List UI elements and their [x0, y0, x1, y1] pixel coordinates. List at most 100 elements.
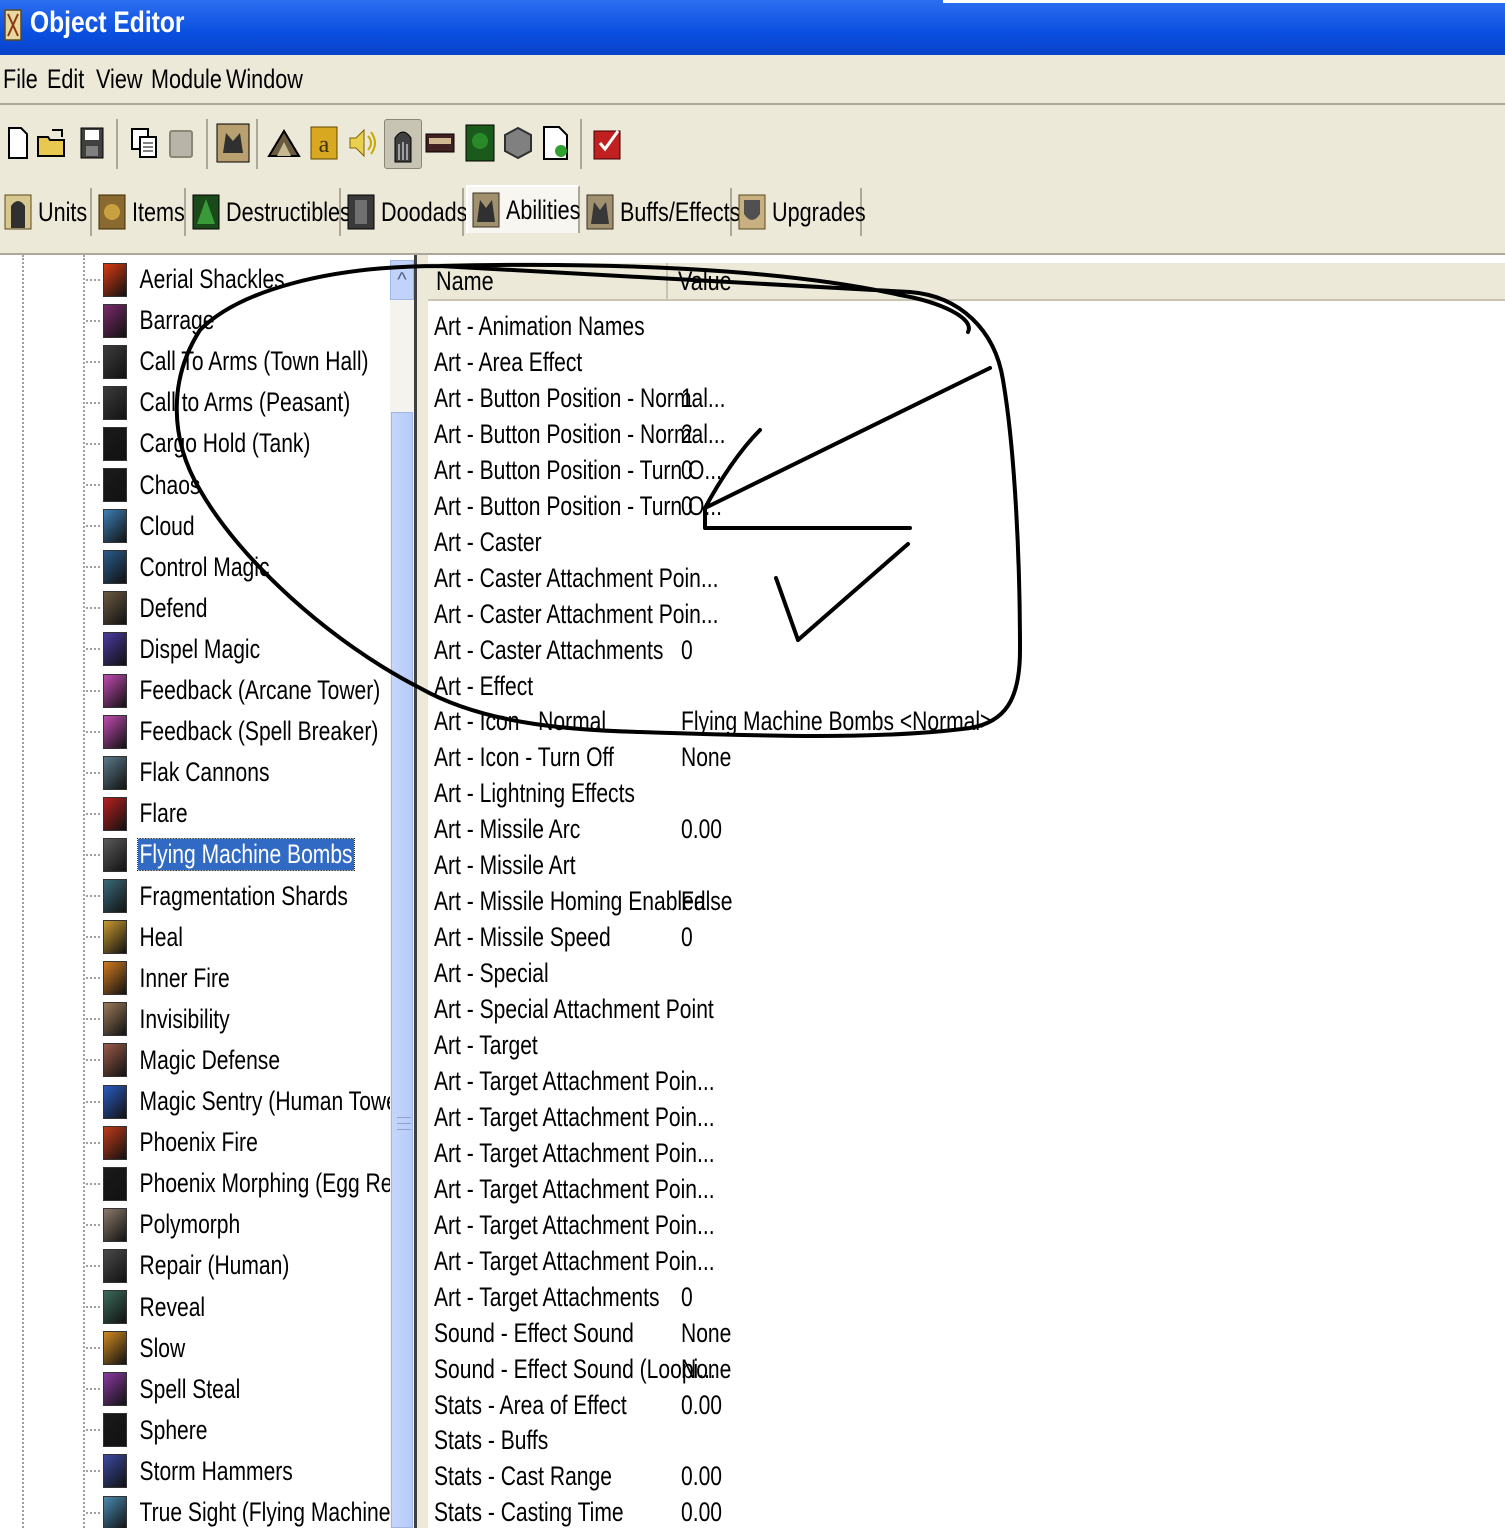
tree-item[interactable]: Control Magic	[86, 547, 309, 588]
tree-item[interactable]: Storm Hammers	[86, 1451, 339, 1492]
tree-item[interactable]: Flak Cannons	[86, 752, 309, 793]
property-row[interactable]: Stats - Buffs	[428, 1423, 1505, 1459]
tree-item[interactable]: Flying Machine Bombs	[86, 834, 390, 875]
property-value[interactable]: Flying Machine Bombs <Normal>	[681, 706, 992, 737]
tree-item[interactable]: Fragmentation Shards	[86, 876, 390, 917]
tab-upgrades[interactable]: Upgrades	[734, 188, 866, 236]
tab-doodads[interactable]: Doodads	[343, 188, 467, 236]
property-row[interactable]: Art - Button Position - Normal... 2	[428, 417, 1505, 453]
import-icon[interactable]	[538, 119, 574, 167]
property-row[interactable]: Art - Icon - Normal Flying Machine Bombs …	[428, 704, 1505, 740]
new-icon[interactable]	[0, 119, 36, 167]
property-row[interactable]: Art - Caster Attachment Poin...	[428, 561, 1505, 597]
property-row[interactable]: Art - Target Attachment Poin...	[428, 1244, 1505, 1280]
scrollbar-thumb[interactable]: ― ― ―	[391, 412, 413, 1528]
tree-item[interactable]: Barrage	[86, 300, 238, 341]
property-grid[interactable]: Name Value Art - Animation Names Art - Ar…	[428, 255, 1505, 1528]
property-row[interactable]: Art - Animation Names	[428, 309, 1505, 345]
property-row[interactable]: Art - Button Position - Normal... 1	[428, 381, 1505, 417]
unit-editor-icon[interactable]	[215, 119, 251, 167]
property-value[interactable]: None	[681, 1318, 731, 1349]
tree-item[interactable]: Feedback (Spell Breaker)	[86, 711, 390, 752]
property-value[interactable]: 0.00	[681, 1461, 722, 1492]
copy-icon[interactable]	[126, 119, 162, 167]
property-row[interactable]: Art - Target Attachments 0	[428, 1280, 1505, 1316]
tree-item[interactable]: Dispel Magic	[86, 629, 297, 670]
property-row[interactable]: Stats - Area of Effect 0.00	[428, 1388, 1505, 1424]
tree-item[interactable]: Sphere	[86, 1410, 229, 1451]
tree-item[interactable]: Heal	[86, 917, 198, 958]
property-row[interactable]: Art - Caster Attachments 0	[428, 633, 1505, 669]
sound-icon[interactable]	[345, 119, 381, 167]
tree-item[interactable]: Defend	[86, 588, 229, 629]
property-row[interactable]: Sound - Effect Sound None	[428, 1316, 1505, 1352]
tab-buffs-effects[interactable]: Buffs/Effects	[582, 188, 740, 236]
scroll-up-arrow-icon[interactable]: ^	[390, 260, 414, 300]
property-row[interactable]: Art - Missile Art	[428, 848, 1505, 884]
property-row[interactable]: Art - Caster Attachment Poin...	[428, 597, 1505, 633]
tree-item[interactable]: Spell Steal	[86, 1369, 271, 1410]
tree-scrollbar[interactable]: ^ ― ― ―	[390, 260, 414, 1528]
tree-item[interactable]: Feedback (Arcane Tower)	[86, 670, 390, 711]
tree-item[interactable]: Aerial Shackles	[86, 259, 328, 300]
save-icon[interactable]	[74, 119, 110, 167]
paste-icon[interactable]	[163, 119, 199, 167]
menu-module[interactable]: Module	[151, 64, 222, 95]
tree-item[interactable]: Repair (Human)	[86, 1245, 334, 1286]
tree-item[interactable]: Slow	[86, 1328, 201, 1369]
property-row[interactable]: Art - Button Position - Turn O... 0	[428, 453, 1505, 489]
property-value[interactable]: 0	[681, 1282, 693, 1313]
property-row[interactable]: Art - Target	[428, 1028, 1505, 1064]
property-value[interactable]: 0.00	[681, 814, 722, 845]
menu-file[interactable]: File	[3, 64, 38, 95]
tree-item[interactable]: Inner Fire	[86, 958, 258, 999]
tree-item[interactable]: Phoenix Morphing (Egg Related)	[86, 1163, 390, 1204]
tab-units[interactable]: Units	[0, 188, 92, 236]
property-row[interactable]: Art - Target Attachment Poin...	[428, 1208, 1505, 1244]
property-row[interactable]: Art - Icon - Turn Off None	[428, 740, 1505, 776]
property-value[interactable]: 0	[681, 635, 693, 666]
property-value[interactable]: 2	[681, 419, 693, 450]
tree-item[interactable]: Call to Arms (Peasant)	[86, 382, 390, 423]
property-row[interactable]: Art - Target Attachment Poin...	[428, 1172, 1505, 1208]
property-value[interactable]: 0	[681, 491, 693, 522]
property-row[interactable]: Art - Special	[428, 956, 1505, 992]
tree-item[interactable]: Chaos	[86, 465, 220, 506]
property-row[interactable]: Art - Special Attachment Point	[428, 992, 1505, 1028]
property-row[interactable]: Stats - Cast Range 0.00	[428, 1459, 1505, 1495]
tab-items[interactable]: Items	[94, 188, 186, 236]
property-value[interactable]: None	[681, 1354, 731, 1385]
property-row[interactable]: Art - Target Attachment Poin...	[428, 1064, 1505, 1100]
abilities-tree[interactable]: Aerial Shackles Barrage Call To Arms (Town…	[0, 255, 390, 1528]
test-map-icon[interactable]	[590, 119, 626, 167]
column-header-name[interactable]: Name	[428, 263, 668, 299]
property-value[interactable]: 0	[681, 922, 693, 953]
column-header-value[interactable]: Value	[670, 263, 1505, 299]
terrain-icon[interactable]	[266, 119, 302, 167]
property-row[interactable]: Art - Target Attachment Poin...	[428, 1100, 1505, 1136]
tree-item[interactable]: Polymorph	[86, 1204, 271, 1245]
property-row[interactable]: Art - Missile Homing Enabled False	[428, 884, 1505, 920]
property-value[interactable]: 0	[681, 455, 693, 486]
property-value[interactable]: None	[681, 742, 731, 773]
trigger-icon[interactable]	[500, 119, 536, 167]
tree-item[interactable]: True Sight (Flying Machine)	[86, 1492, 390, 1528]
property-row[interactable]: Art - Target Attachment Poin...	[428, 1136, 1505, 1172]
title-bar[interactable]: Object Editor	[0, 0, 1505, 55]
tree-item[interactable]: Magic Defense	[86, 1040, 322, 1081]
tree-item[interactable]: Call To Arms (Town Hall)	[86, 341, 390, 382]
property-value[interactable]: 1	[681, 383, 693, 414]
menu-window[interactable]: Window	[226, 64, 303, 95]
property-value[interactable]: False	[681, 886, 733, 917]
menu-edit[interactable]: Edit	[47, 64, 84, 95]
menu-view[interactable]: View	[96, 64, 142, 95]
property-row[interactable]: Art - Missile Arc 0.00	[428, 812, 1505, 848]
tree-item[interactable]: Phoenix Fire	[86, 1122, 294, 1163]
tab-abilities[interactable]: Abilities	[466, 185, 580, 233]
property-row[interactable]: Art - Caster	[428, 525, 1505, 561]
pane-splitter[interactable]	[414, 255, 428, 1528]
property-value[interactable]: 0.00	[681, 1390, 722, 1421]
tree-item[interactable]: Magic Sentry (Human Towers)	[86, 1081, 390, 1122]
tree-item[interactable]: Cloud	[86, 506, 213, 547]
property-row[interactable]: Art - Effect	[428, 669, 1505, 705]
